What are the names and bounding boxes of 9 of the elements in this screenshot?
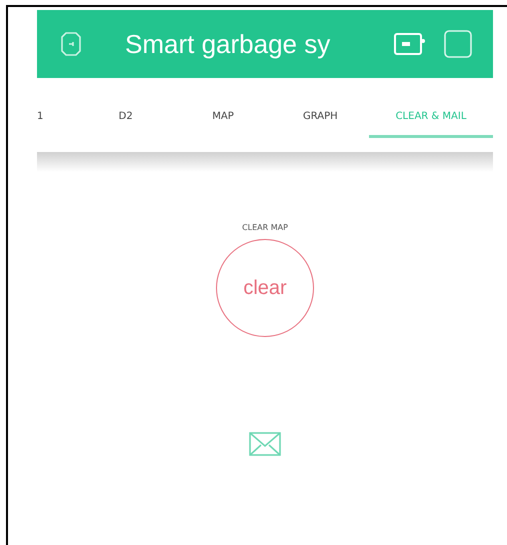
app-title: Smart garbage sy — [124, 28, 332, 60]
tab[interactable]: D2 — [77, 98, 174, 138]
square-icon[interactable] — [443, 29, 473, 59]
tab[interactable]: 1 — [37, 98, 77, 138]
tab[interactable]: GRAPH — [272, 98, 369, 138]
battery-icon[interactable] — [393, 31, 427, 57]
mail-icon[interactable] — [248, 431, 282, 457]
widget-label: CLEAR MAP — [242, 222, 288, 234]
tab[interactable]: MAP — [174, 98, 272, 138]
